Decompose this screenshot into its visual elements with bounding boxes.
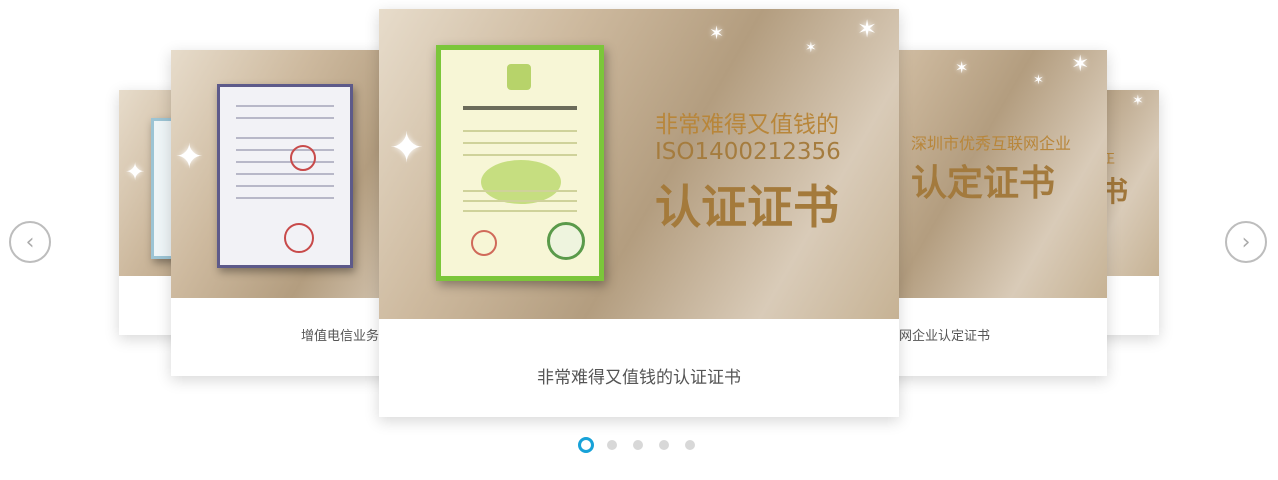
- slide-headline-line2: ISO1400212356: [655, 139, 841, 165]
- slide-headline-big: 认定证书: [911, 163, 1056, 204]
- pagination-dot[interactable]: [578, 437, 594, 453]
- sparkle-icon: ✶: [1132, 93, 1144, 109]
- pagination-dot[interactable]: [633, 440, 643, 450]
- pagination-dot[interactable]: [607, 440, 617, 450]
- sparkle-icon: ✶: [1071, 52, 1090, 77]
- sparkle-icon: ✶: [1033, 73, 1044, 88]
- slide-card-active[interactable]: ✦ ✶ ✶ ✶ 非常难得又值钱的 ISO1400212356 认证证书 非常难得…: [379, 9, 899, 417]
- slide-headline-line1: 深圳市优秀互联网企业: [911, 134, 1072, 153]
- certificate-image: [436, 45, 604, 281]
- pagination-dot[interactable]: [685, 440, 695, 450]
- slide-headline-line1: 非常难得又值钱的: [655, 112, 839, 138]
- sparkle-icon: ✶: [709, 23, 725, 44]
- sparkle-icon: ✦: [389, 123, 425, 172]
- pagination-dot[interactable]: [659, 440, 669, 450]
- carousel-pagination: [578, 437, 711, 453]
- next-arrow-button[interactable]: ›: [1225, 221, 1267, 263]
- chevron-right-icon: ›: [1241, 230, 1251, 255]
- prev-arrow-button[interactable]: ‹: [9, 221, 51, 263]
- sparkle-icon: ✶: [955, 58, 969, 77]
- certificate-image: [217, 84, 353, 268]
- sparkle-icon: ✶: [857, 15, 878, 43]
- slide-caption: 非常难得又值钱的认证证书: [537, 368, 741, 388]
- slide-image: ✦ ✶ ✶ ✶ 非常难得又值钱的 ISO1400212356 认证证书: [379, 9, 899, 319]
- sparkle-icon: ✦: [125, 158, 146, 186]
- chevron-left-icon: ‹: [25, 230, 35, 255]
- sparkle-icon: ✦: [175, 137, 204, 177]
- slide-headline-big: 认证证书: [655, 180, 839, 234]
- sparkle-icon: ✶: [805, 40, 817, 56]
